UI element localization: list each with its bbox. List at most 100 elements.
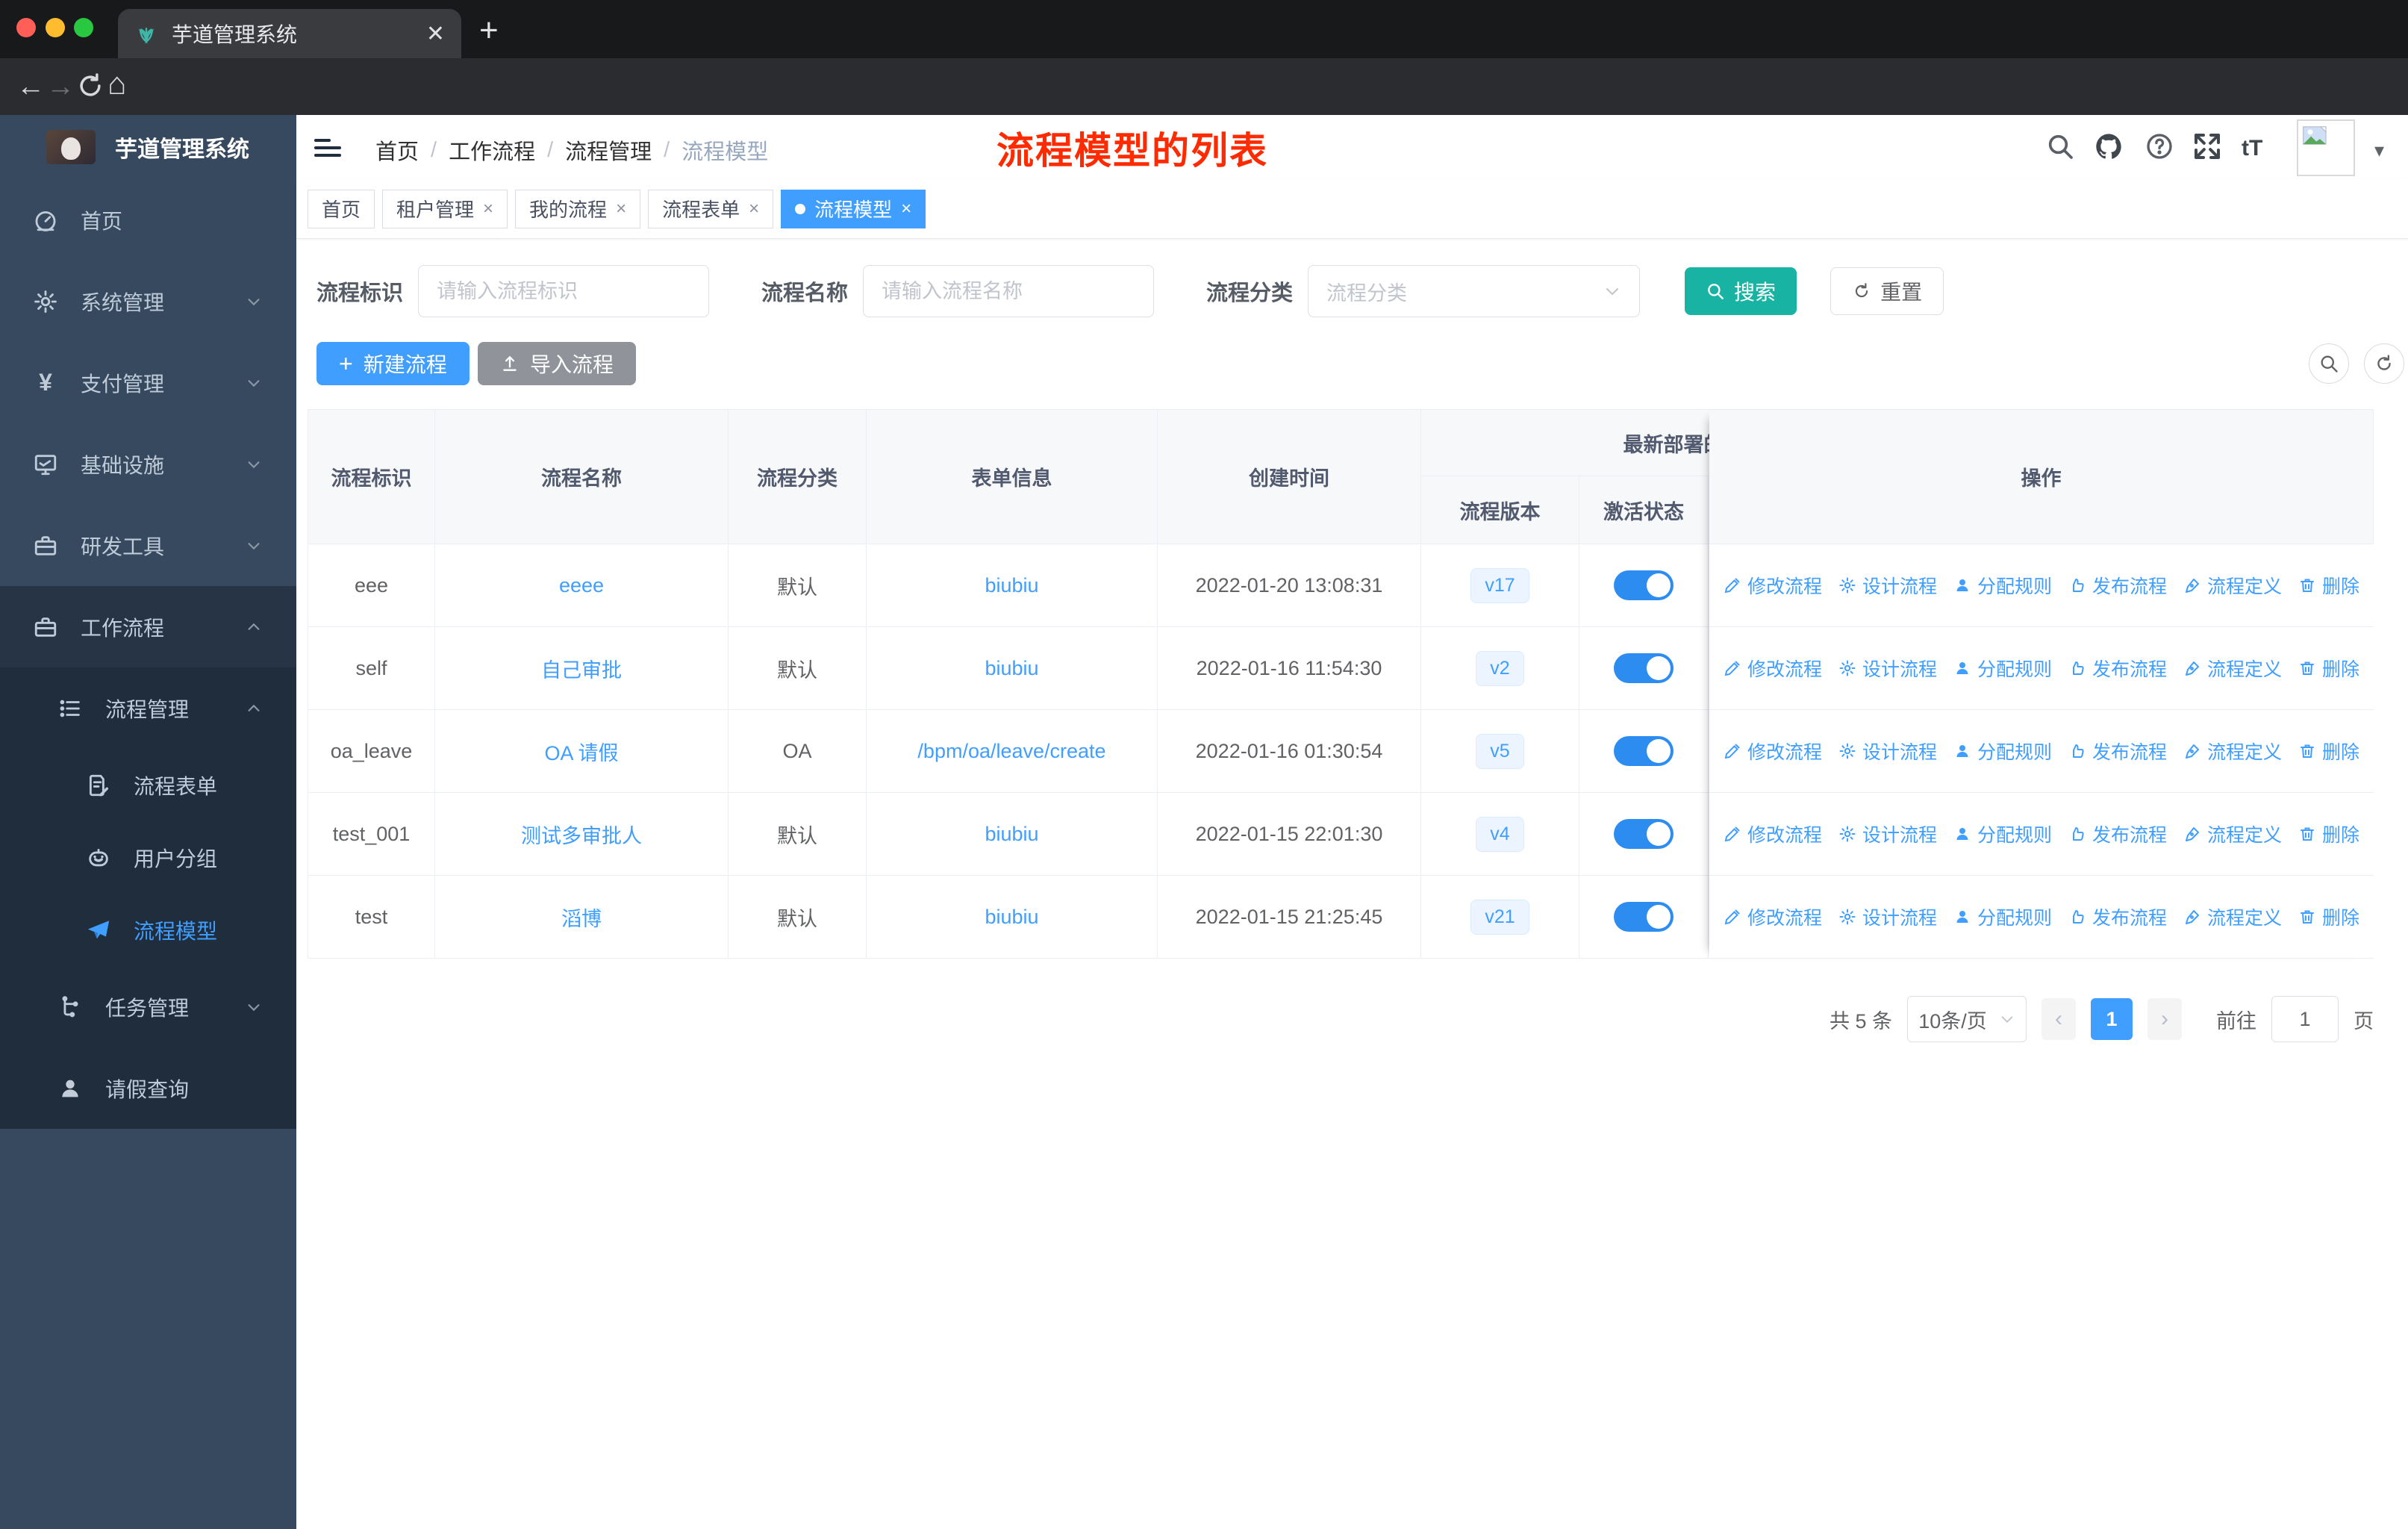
action-link-3[interactable]: 分配规则 (1953, 655, 2052, 682)
process-key-input[interactable] (418, 265, 710, 317)
active-toggle[interactable] (1614, 736, 1674, 766)
sidebar-item-task-management[interactable]: 任务管理 (0, 966, 296, 1047)
forward-icon[interactable]: → (46, 70, 75, 103)
sidebar-item-system[interactable]: 系统管理 (0, 261, 296, 342)
create-process-button[interactable]: + 新建流程 (316, 342, 470, 385)
process-name-link[interactable]: 滔博 (561, 903, 602, 932)
search-button[interactable]: 搜索 (1685, 267, 1797, 315)
action-link-4[interactable]: 发布流程 (2068, 655, 2167, 682)
sidebar-item-devtools[interactable]: 研发工具 (0, 505, 296, 586)
sidebar-item-process-management[interactable]: 流程管理 (0, 667, 296, 749)
active-toggle[interactable] (1614, 902, 1674, 932)
sidebar-item-home[interactable]: 首页 (0, 179, 296, 261)
sidebar-item-user-group[interactable]: 用户分组 (0, 821, 296, 894)
process-name-link[interactable]: 测试多审批人 (521, 820, 642, 849)
active-toggle[interactable] (1614, 819, 1674, 849)
sidebar-item-leave-query[interactable]: 请假查询 (0, 1047, 296, 1129)
browser-tab[interactable]: 芋道管理系统 ✕ (118, 9, 461, 58)
form-info-link[interactable]: biubiu (985, 657, 1038, 680)
tab-close-icon[interactable]: ✕ (426, 21, 445, 47)
form-info-link[interactable]: /bpm/oa/leave/create (917, 740, 1105, 763)
breadcrumb-process-management[interactable]: 流程管理 (565, 134, 652, 166)
action-link-6[interactable]: 删除 (2298, 903, 2359, 930)
category-select[interactable]: 流程分类 (1308, 265, 1641, 317)
action-link-6[interactable]: 删除 (2298, 738, 2359, 764)
action-link-4[interactable]: 发布流程 (2068, 572, 2167, 599)
action-link-4[interactable]: 发布流程 (2068, 820, 2167, 847)
action-link-3[interactable]: 分配规则 (1953, 820, 2052, 847)
breadcrumb-home[interactable]: 首页 (375, 134, 419, 166)
form-info-link[interactable]: biubiu (985, 574, 1038, 597)
tag-process-model[interactable]: 流程模型 × (781, 189, 926, 228)
next-page-button[interactable]: › (2147, 998, 2182, 1040)
sidebar-item-infrastructure[interactable]: 基础设施 (0, 423, 296, 505)
tag-process-form[interactable]: 流程表单 × (648, 189, 774, 228)
window-minimize-button[interactable] (46, 18, 65, 37)
search-icon[interactable] (2045, 131, 2075, 161)
action-link-3[interactable]: 分配规则 (1953, 572, 2052, 599)
sidebar-item-workflow[interactable]: 工作流程 (0, 586, 296, 667)
reload-icon[interactable] (76, 72, 105, 100)
action-link-1[interactable]: 修改流程 (1724, 820, 1822, 847)
process-name-link[interactable]: 自己审批 (541, 654, 622, 683)
avatar[interactable] (2297, 119, 2355, 176)
action-link-5[interactable]: 流程定义 (2183, 738, 2282, 764)
action-link-5[interactable]: 流程定义 (2183, 820, 2282, 847)
action-link-5[interactable]: 流程定义 (2183, 903, 2282, 930)
import-process-button[interactable]: 导入流程 (478, 342, 637, 385)
action-link-3[interactable]: 分配规则 (1953, 903, 2052, 930)
github-icon[interactable] (2094, 131, 2124, 161)
home-icon[interactable]: ⌂ (107, 67, 126, 100)
action-link-3[interactable]: 分配规则 (1953, 738, 2052, 764)
active-toggle[interactable] (1614, 653, 1674, 683)
back-icon[interactable]: ← (16, 70, 45, 103)
font-size-icon[interactable]: tT (2242, 131, 2271, 161)
close-icon[interactable]: × (483, 199, 493, 219)
sidebar-item-payment[interactable]: ¥ 支付管理 (0, 342, 296, 423)
process-name-input[interactable] (863, 265, 1155, 317)
close-icon[interactable]: × (616, 199, 626, 219)
action-link-5[interactable]: 流程定义 (2183, 572, 2282, 599)
window-close-button[interactable] (16, 18, 36, 37)
prev-page-button[interactable]: ‹ (2042, 998, 2076, 1040)
action-link-6[interactable]: 删除 (2298, 820, 2359, 847)
help-icon[interactable] (2145, 131, 2174, 161)
new-tab-button[interactable]: + (479, 12, 499, 49)
tag-home[interactable]: 首页 (308, 189, 375, 228)
avatar-caret-icon[interactable]: ▾ (2374, 139, 2384, 162)
reset-button[interactable]: 重置 (1830, 267, 1944, 315)
close-icon[interactable]: × (901, 199, 911, 219)
breadcrumb-workflow[interactable]: 工作流程 (449, 134, 535, 166)
action-link-1[interactable]: 修改流程 (1724, 738, 1822, 764)
action-link-4[interactable]: 发布流程 (2068, 903, 2167, 930)
sidebar-collapse-icon[interactable] (314, 134, 341, 158)
active-toggle[interactable] (1614, 570, 1674, 600)
sidebar-item-process-form[interactable]: 流程表单 (0, 749, 296, 821)
action-link-2[interactable]: 设计流程 (1838, 655, 1937, 682)
action-link-6[interactable]: 删除 (2298, 655, 2359, 682)
tag-my-process[interactable]: 我的流程 × (515, 189, 641, 228)
action-link-1[interactable]: 修改流程 (1724, 572, 1822, 599)
action-link-2[interactable]: 设计流程 (1838, 903, 1937, 930)
fullscreen-icon[interactable] (2192, 131, 2222, 161)
current-page-button[interactable]: 1 (2091, 998, 2133, 1040)
refresh-table-button[interactable] (2364, 343, 2404, 384)
action-link-2[interactable]: 设计流程 (1838, 820, 1937, 847)
sidebar-item-process-model[interactable]: 流程模型 (0, 894, 296, 966)
form-info-link[interactable]: biubiu (985, 906, 1038, 929)
tag-tenant[interactable]: 租户管理 × (382, 189, 508, 228)
page-size-select[interactable]: 10条/页 (1907, 996, 2027, 1042)
action-link-1[interactable]: 修改流程 (1724, 903, 1822, 930)
action-link-6[interactable]: 删除 (2298, 572, 2359, 599)
action-link-2[interactable]: 设计流程 (1838, 738, 1937, 764)
action-link-4[interactable]: 发布流程 (2068, 738, 2167, 764)
action-link-5[interactable]: 流程定义 (2183, 655, 2282, 682)
show-search-button[interactable] (2309, 343, 2349, 384)
close-icon[interactable]: × (749, 199, 759, 219)
action-link-2[interactable]: 设计流程 (1838, 572, 1937, 599)
goto-page-input[interactable] (2271, 996, 2339, 1042)
app-logo[interactable]: 芋道管理系统 (0, 115, 296, 179)
action-link-1[interactable]: 修改流程 (1724, 655, 1822, 682)
window-zoom-button[interactable] (74, 18, 93, 37)
process-name-link[interactable]: OA 请假 (544, 737, 618, 766)
